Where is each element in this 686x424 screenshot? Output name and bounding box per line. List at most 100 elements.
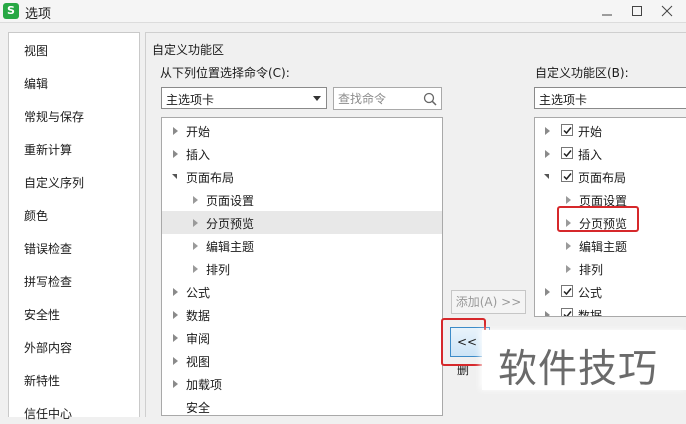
search-box[interactable]	[333, 87, 442, 110]
sidebar-item-general-save[interactable]: 常规与保存	[24, 107, 84, 127]
watermark-text: 软件技巧	[498, 347, 659, 392]
tree-item-add-ins[interactable]: 加载项	[162, 372, 442, 395]
expand-arrow-icon[interactable]	[545, 150, 550, 158]
search-icon[interactable]	[423, 92, 437, 106]
tree-item-page-break-preview[interactable]: 分页预览	[162, 211, 442, 234]
tree-item-label: 视图	[186, 355, 211, 369]
window-title: 选项	[25, 7, 52, 22]
expand-arrow-icon[interactable]	[566, 265, 571, 273]
expand-arrow-icon[interactable]	[545, 288, 550, 296]
tree-item-label: 开始	[578, 125, 603, 139]
expand-arrow-icon[interactable]	[566, 242, 571, 250]
expand-arrow-icon[interactable]	[193, 265, 198, 273]
tree-item-label: 安全	[186, 401, 211, 415]
tree-item-label: 开始	[186, 125, 211, 139]
checkmark-icon	[563, 311, 572, 316]
ribbon-tabs-dropdown[interactable]: 主选项卡	[534, 87, 686, 109]
tree-item-label: 页面布局	[186, 171, 235, 185]
checkbox[interactable]	[561, 308, 573, 316]
tree-item-label: 加载项	[186, 378, 223, 392]
sidebar-item-security[interactable]: 安全性	[24, 305, 60, 325]
minimize-button[interactable]	[596, 0, 618, 22]
tree-item-data[interactable]: 数据	[162, 303, 442, 326]
ribbon-item-edit-theme[interactable]: 编辑主题	[535, 234, 686, 257]
tree-item-formulas[interactable]: 公式	[162, 280, 442, 303]
app-logo-icon: S	[3, 3, 19, 19]
close-button[interactable]	[656, 0, 678, 22]
sidebar-item-color[interactable]: 颜色	[24, 206, 48, 226]
tree-item-view[interactable]: 视图	[162, 349, 442, 372]
choose-commands-label: 从下列位置选择命令(C):	[160, 66, 290, 80]
sidebar-item-error-check[interactable]: 错误检查	[24, 239, 72, 259]
checkbox[interactable]	[561, 170, 573, 182]
expand-arrow-icon[interactable]	[173, 288, 178, 296]
tree-item-label: 分页预览	[206, 217, 255, 231]
expand-arrow-icon[interactable]	[173, 357, 178, 365]
tree-item-arrange[interactable]: 排列	[162, 257, 442, 280]
sidebar-item-new-features[interactable]: 新特性	[24, 371, 60, 391]
expand-arrow-icon[interactable]	[173, 334, 178, 342]
tree-item-page-layout[interactable]: 页面布局	[162, 165, 442, 188]
tree-item-label: 页面布局	[578, 171, 627, 185]
checkmark-icon	[563, 288, 572, 296]
search-input[interactable]	[336, 90, 420, 108]
ribbon-item-page-layout[interactable]: 页面布局	[535, 165, 686, 188]
tree-item-label: 数据	[186, 309, 211, 323]
ribbon-item-arrange[interactable]: 排列	[535, 257, 686, 280]
customize-ribbon-label: 自定义功能区(B):	[535, 66, 629, 80]
tree-item-page-setup[interactable]: 页面设置	[162, 188, 442, 211]
expand-arrow-icon[interactable]	[193, 196, 198, 204]
sidebar-item-external-content[interactable]: 外部内容	[24, 338, 72, 358]
collapse-arrow-icon[interactable]	[544, 174, 549, 179]
tree-item-security[interactable]: 安全	[162, 395, 442, 415]
expand-arrow-icon[interactable]	[193, 219, 198, 227]
expand-arrow-icon[interactable]	[566, 196, 571, 204]
expand-arrow-icon[interactable]	[545, 127, 550, 135]
sidebar-item-custom-lists[interactable]: 自定义序列	[24, 173, 84, 193]
ribbon-item-data[interactable]: 数据	[535, 303, 686, 316]
title-bar: S 选项	[0, 0, 686, 23]
dropdown-value: 主选项卡	[166, 93, 215, 107]
options-sidebar: 视图 编辑 常规与保存 重新计算 自定义序列 颜色 错误检查 拼写检查 安全性 …	[8, 32, 140, 421]
expand-arrow-icon[interactable]	[193, 242, 198, 250]
tree-item-label: 公式	[578, 286, 603, 300]
sidebar-item-view[interactable]: 视图	[24, 41, 48, 61]
sidebar-item-spell-check[interactable]: 拼写检查	[24, 272, 72, 292]
expand-arrow-icon[interactable]	[545, 311, 550, 316]
tree-item-label: 编辑主题	[206, 240, 255, 254]
maximize-icon	[632, 6, 642, 16]
checkmark-icon	[563, 127, 572, 135]
checkbox[interactable]	[561, 124, 573, 136]
tree-item-edit-theme[interactable]: 编辑主题	[162, 234, 442, 257]
add-button[interactable]: 添加(A) >>	[451, 290, 526, 314]
sidebar-item-edit[interactable]: 编辑	[24, 74, 48, 94]
commands-source-dropdown[interactable]: 主选项卡	[161, 87, 327, 109]
ribbon-item-formulas[interactable]: 公式	[535, 280, 686, 303]
close-icon	[661, 5, 673, 17]
tree-item-label: 插入	[578, 148, 603, 162]
tree-item-review[interactable]: 审阅	[162, 326, 442, 349]
checkbox[interactable]	[561, 147, 573, 159]
sidebar-item-recalculate[interactable]: 重新计算	[24, 140, 72, 160]
tree-item-insert[interactable]: 插入	[162, 142, 442, 165]
tree-item-label: 审阅	[186, 332, 211, 346]
maximize-button[interactable]	[626, 0, 648, 22]
tree-item-label: 页面设置	[206, 194, 255, 208]
group-title: 自定义功能区	[152, 43, 225, 57]
ribbon-item-insert[interactable]: 插入	[535, 142, 686, 165]
checkbox[interactable]	[561, 285, 573, 297]
watermark: 软件技巧	[482, 330, 686, 392]
checkmark-icon	[563, 173, 572, 181]
collapse-arrow-icon[interactable]	[172, 174, 177, 179]
ribbon-item-start[interactable]: 开始	[535, 119, 686, 142]
tree-item-label: 插入	[186, 148, 211, 162]
minimize-icon	[602, 14, 612, 16]
expand-arrow-icon[interactable]	[173, 311, 178, 319]
dropdown-value: 主选项卡	[539, 93, 588, 107]
expand-arrow-icon[interactable]	[173, 150, 178, 158]
sidebar-item-trust-center[interactable]: 信任中心	[24, 404, 72, 424]
expand-arrow-icon[interactable]	[173, 127, 178, 135]
tree-item-start[interactable]: 开始	[162, 119, 442, 142]
remove-button-highlight	[441, 318, 486, 366]
expand-arrow-icon[interactable]	[173, 380, 178, 388]
